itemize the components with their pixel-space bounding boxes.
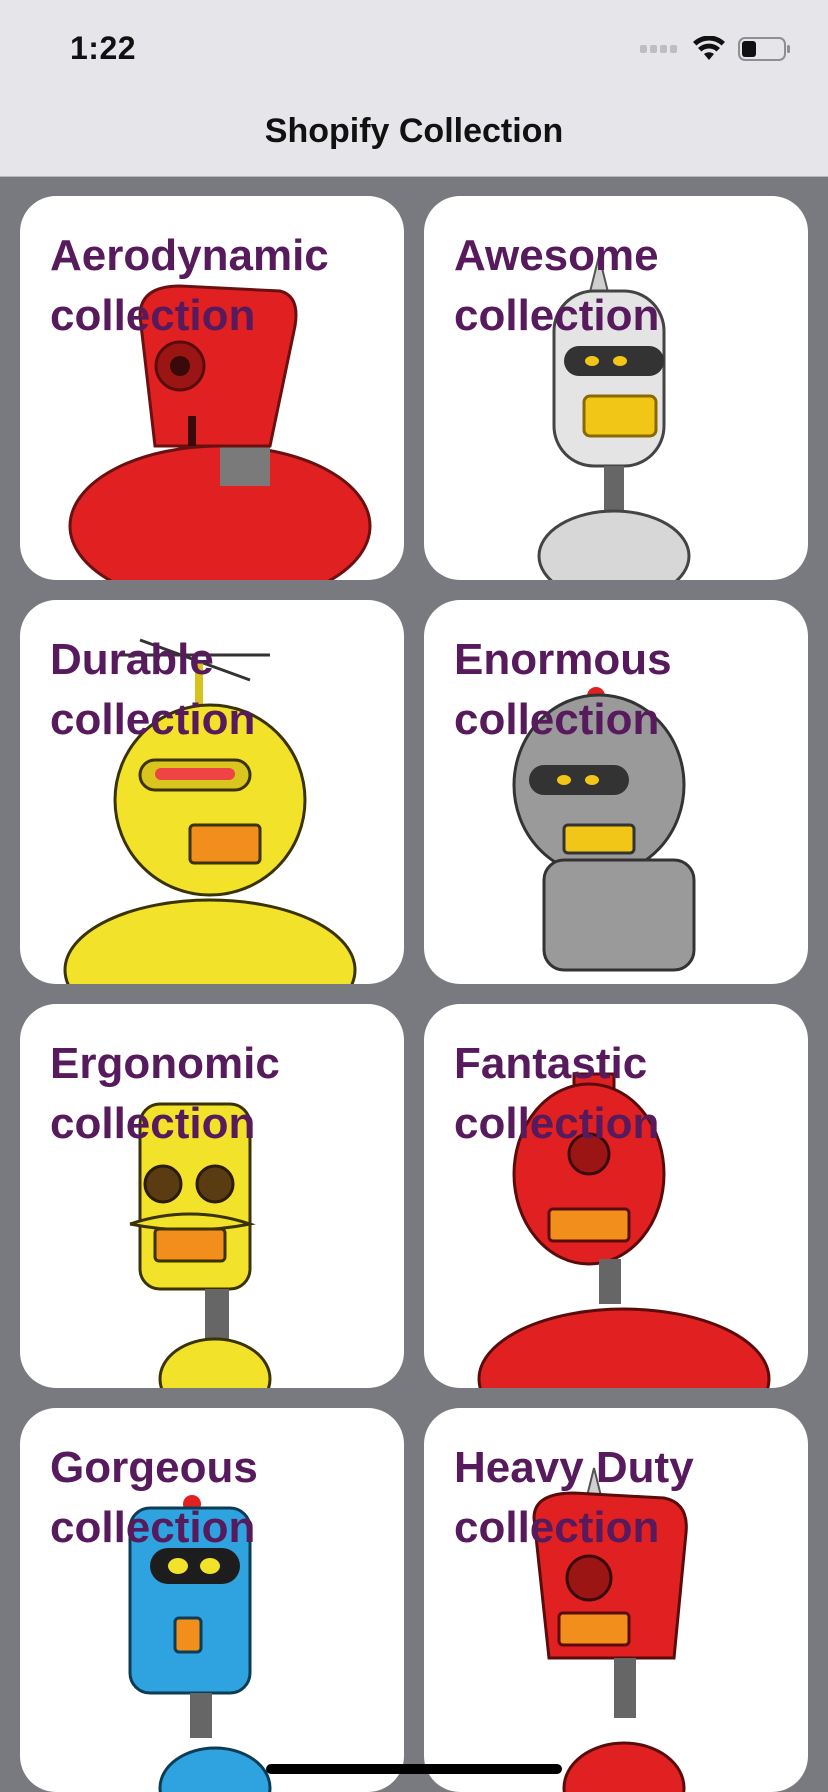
collection-name: Ergonomic: [50, 1039, 280, 1088]
collection-name: Aerodynamic: [50, 231, 329, 280]
collection-title: Awesome collection: [454, 226, 794, 346]
collection-suffix: collection: [50, 291, 256, 340]
collection-name: Durable: [50, 635, 214, 684]
collection-card-awesome[interactable]: Awesome collection: [424, 196, 808, 580]
collection-name: Enormous: [454, 635, 672, 684]
collection-title: Ergonomic collection: [50, 1034, 390, 1154]
collection-card-heavy-duty[interactable]: Heavy Duty collection: [424, 1408, 808, 1792]
status-bar: 1:22: [0, 0, 828, 92]
home-indicator[interactable]: [266, 1764, 562, 1774]
collection-name: Gorgeous: [50, 1443, 258, 1492]
collection-card-durable[interactable]: Durable collection: [20, 600, 404, 984]
battery-icon: [738, 37, 790, 61]
collection-suffix: collection: [50, 695, 256, 744]
status-icons: [640, 36, 792, 62]
collection-title: Heavy Duty collection: [454, 1438, 794, 1558]
collection-suffix: collection: [50, 1099, 256, 1148]
wifi-icon: [693, 36, 725, 60]
page-title: Shopify Collection: [264, 112, 564, 150]
collection-card-aerodynamic[interactable]: Aerodynamic collection: [20, 196, 404, 580]
collection-suffix: collection: [454, 1503, 660, 1552]
status-time: 1:22: [70, 30, 137, 66]
collection-title: Gorgeous collection: [50, 1438, 390, 1558]
collection-card-enormous[interactable]: Enormous collection: [424, 600, 808, 984]
collection-card-gorgeous[interactable]: Gorgeous collection: [20, 1408, 404, 1792]
collection-title: Fantastic collection: [454, 1034, 794, 1154]
collection-name: Heavy Duty: [454, 1443, 694, 1492]
collection-title: Aerodynamic collection: [50, 226, 390, 346]
navigation-bar: Shopify Collection: [0, 92, 828, 177]
collection-suffix: collection: [454, 1099, 660, 1148]
collection-title: Durable collection: [50, 630, 390, 750]
collection-suffix: collection: [50, 1503, 256, 1552]
collection-suffix: collection: [454, 291, 660, 340]
collection-card-fantastic[interactable]: Fantastic collection: [424, 1004, 808, 1388]
collection-name: Fantastic: [454, 1039, 648, 1088]
collection-card-ergonomic[interactable]: Ergonomic collection: [20, 1004, 404, 1388]
collection-suffix: collection: [454, 695, 660, 744]
collection-name: Awesome: [454, 231, 659, 280]
signal-icon: [640, 45, 677, 53]
collection-title: Enormous collection: [454, 630, 794, 750]
